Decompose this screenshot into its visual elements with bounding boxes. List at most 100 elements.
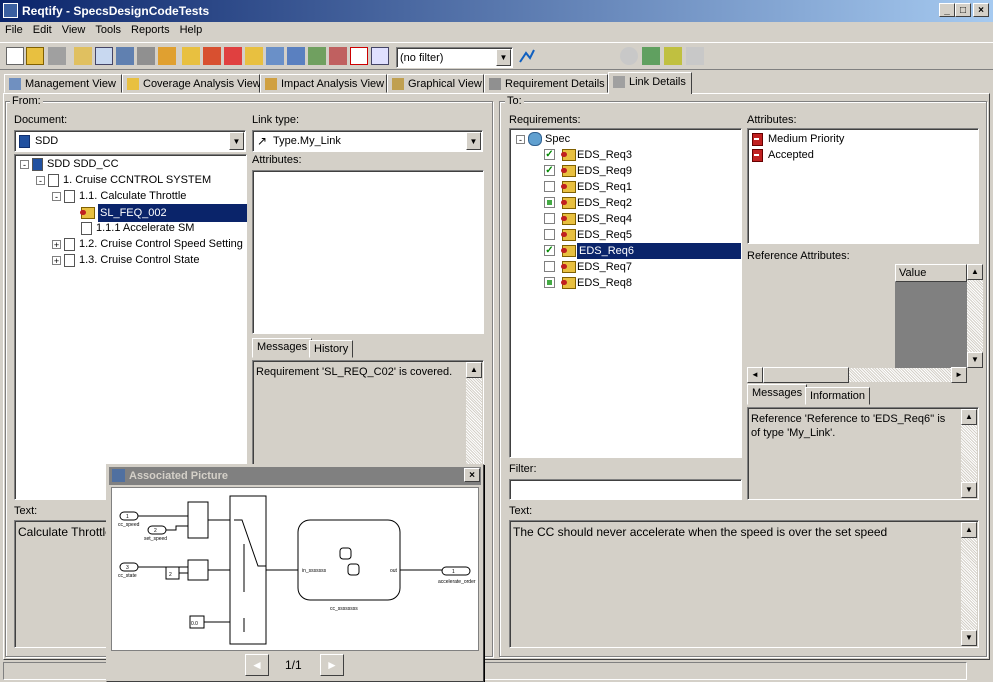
popup-close-button[interactable]: × <box>464 468 480 482</box>
requirement-item[interactable]: EDS_Req6 <box>577 243 741 259</box>
scroll-down-button[interactable]: ▼ <box>961 630 977 646</box>
requirement-coverage-icon[interactable] <box>203 47 221 65</box>
previous-page-button[interactable]: ◄ <box>245 654 269 676</box>
tree-item-cruise-control-state[interactable]: 1.3. Cruise Control State <box>64 252 199 268</box>
document-tree[interactable]: - SDD SDD_CC - 1. Cruise CCNTROL SYSTEM … <box>14 154 247 500</box>
tree-item-spec[interactable]: Spec <box>528 131 570 147</box>
requirement-checkbox[interactable] <box>544 197 555 208</box>
to-text-scrollbar[interactable]: ▲ ▼ <box>961 522 977 646</box>
globe-icon[interactable] <box>620 47 638 65</box>
tab-management-view[interactable]: Management View <box>4 74 122 93</box>
close-button[interactable]: × <box>973 3 989 17</box>
sync-icon[interactable] <box>642 47 660 65</box>
document-icon[interactable] <box>371 47 389 65</box>
requirement-checkbox[interactable] <box>544 277 555 288</box>
menu-edit[interactable]: Edit <box>28 22 57 36</box>
reference-hscroll[interactable]: ◄ ► <box>747 367 967 383</box>
tree-item-accelerate-sm[interactable]: 1.1.1 Accelerate SM <box>81 220 194 236</box>
scroll-up-button[interactable]: ▲ <box>961 409 977 425</box>
reference-vscroll[interactable]: ▲ ▼ <box>967 264 983 368</box>
reference-attributes-grid[interactable]: Value ▲ ▼ ◄ ► <box>747 264 983 383</box>
compare-icon[interactable] <box>308 47 326 65</box>
tab-requirement-details[interactable]: Requirement Details <box>484 74 608 93</box>
value-column-header[interactable]: Value <box>895 264 967 282</box>
new-project-icon[interactable] <box>6 47 24 65</box>
print-icon[interactable] <box>116 47 134 65</box>
scroll-up-button[interactable]: ▲ <box>961 522 977 538</box>
tab-history[interactable]: History <box>309 340 354 358</box>
requirement-item[interactable]: EDS_Req2 <box>577 195 632 211</box>
maximize-button[interactable]: □ <box>955 3 971 17</box>
tab-messages-to[interactable]: Messages <box>747 384 808 405</box>
requirement-item[interactable]: EDS_Req1 <box>577 179 632 195</box>
analysis-icon[interactable] <box>329 47 347 65</box>
tree-expand-toggle[interactable]: + <box>52 240 61 250</box>
users-icon[interactable] <box>158 47 176 65</box>
requirement-checkbox[interactable]: ✓ <box>544 165 555 176</box>
to-attributes-box[interactable]: Medium Priority Accepted <box>747 128 979 244</box>
tab-messages-from[interactable]: Messages <box>252 338 313 358</box>
save-icon[interactable] <box>48 47 66 65</box>
import-icon[interactable] <box>266 47 284 65</box>
requirement-checkbox[interactable] <box>544 261 555 272</box>
requirements-tree[interactable]: - Spec ✓ EDS_Req3 ✓ EDS_Req9 EDS_Req1 EDS_Req… <box>509 128 742 458</box>
requirement-checkbox[interactable]: ✓ <box>544 149 555 160</box>
requirement-link-icon[interactable] <box>182 47 200 65</box>
filter-dropdown-arrow[interactable]: ▼ <box>496 49 511 66</box>
menu-help[interactable]: Help <box>175 22 208 36</box>
wand-icon[interactable] <box>664 47 682 65</box>
tab-impact-analysis-view[interactable]: Impact Analysis View <box>260 74 387 93</box>
tab-link-details[interactable]: Link Details <box>608 72 692 94</box>
tools-icon[interactable] <box>137 47 155 65</box>
requirement-item[interactable]: EDS_Req5 <box>577 227 632 243</box>
requirement-checkbox[interactable]: ✓ <box>544 245 555 256</box>
link-type-select[interactable]: ↗ Type.My_Link ▼ <box>252 130 483 152</box>
scroll-left-button[interactable]: ◄ <box>747 367 763 383</box>
scroll-up-button[interactable]: ▲ <box>466 362 482 378</box>
menu-view[interactable]: View <box>57 22 91 36</box>
tree-collapse-toggle[interactable]: - <box>516 135 525 145</box>
minimize-button[interactable]: _ <box>939 3 955 17</box>
hscroll-thumb[interactable] <box>763 367 849 383</box>
menu-tools[interactable]: Tools <box>90 22 126 36</box>
filter-select[interactable]: (no filter) ▼ <box>396 47 513 68</box>
document-select[interactable]: SDD ▼ <box>14 130 246 152</box>
tree-collapse-toggle[interactable]: - <box>36 176 45 186</box>
open-folder-icon[interactable] <box>26 47 44 65</box>
tree-item-cruise-control-system[interactable]: 1. Cruise CCNTROL SYSTEM <box>48 172 211 188</box>
tree-expand-toggle[interactable]: + <box>52 256 61 266</box>
tab-information[interactable]: Information <box>805 387 871 405</box>
tree-collapse-toggle[interactable]: - <box>20 160 29 170</box>
pin-icon[interactable] <box>686 47 704 65</box>
requirement-item[interactable]: EDS_Req8 <box>577 275 632 291</box>
export-icon[interactable] <box>287 47 305 65</box>
tree-item-speed-setting[interactable]: 1.2. Cruise Control Speed Setting <box>64 236 243 252</box>
menu-file[interactable]: File <box>0 22 28 36</box>
chart-icon[interactable] <box>518 47 536 65</box>
link-type-dropdown-arrow[interactable]: ▼ <box>466 132 481 150</box>
requirement-item[interactable]: EDS_Req7 <box>577 259 632 275</box>
scroll-down-button[interactable]: ▼ <box>961 482 977 498</box>
to-messages-scrollbar[interactable]: ▲ ▼ <box>961 409 977 498</box>
no-link-icon[interactable] <box>350 47 368 65</box>
paste-icon[interactable] <box>74 47 92 65</box>
popup-title-bar[interactable]: Associated Picture × <box>109 467 481 485</box>
tree-item-sl-feq-002[interactable]: SL_FEQ_002 <box>80 204 247 222</box>
filter-input[interactable] <box>509 479 742 500</box>
requirement-item[interactable]: EDS_Req3 <box>577 147 632 163</box>
scroll-down-button[interactable]: ▼ <box>967 352 983 368</box>
scroll-up-button[interactable]: ▲ <box>967 264 983 280</box>
requirement-item[interactable]: EDS_Req9 <box>577 163 632 179</box>
requirement-checkbox[interactable] <box>544 213 555 224</box>
requirement-report-icon[interactable] <box>245 47 263 65</box>
find-icon[interactable] <box>95 47 113 65</box>
requirement-query-icon[interactable] <box>224 47 242 65</box>
requirement-checkbox[interactable] <box>544 181 555 192</box>
associated-picture-window[interactable]: Associated Picture × 1 2 3 cc_speed set_… <box>106 464 484 682</box>
tab-coverage-analysis-view[interactable]: Coverage Analysis View <box>122 74 261 93</box>
scroll-right-button[interactable]: ► <box>951 367 967 383</box>
tree-item-calculate-throttle[interactable]: 1.1. Calculate Throttle <box>64 188 186 204</box>
next-page-button[interactable]: ► <box>320 654 344 676</box>
menu-reports[interactable]: Reports <box>126 22 175 36</box>
document-dropdown-arrow[interactable]: ▼ <box>229 132 244 150</box>
